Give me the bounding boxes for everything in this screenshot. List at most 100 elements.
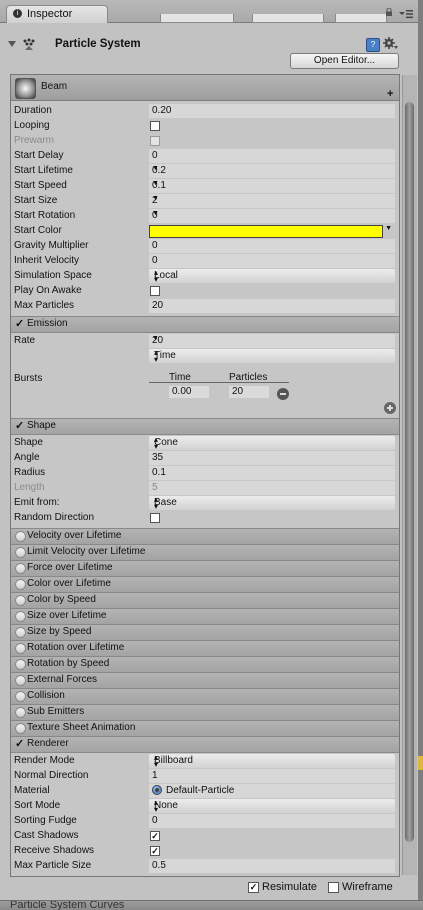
start-size-field[interactable]: 2 ▼ (149, 194, 395, 208)
sorting-fudge-field[interactable]: 0 (149, 814, 395, 828)
module-title: Color over Lifetime (27, 578, 111, 589)
module-toggle-circle[interactable] (15, 723, 26, 734)
lock-icon[interactable] (385, 8, 393, 16)
burst-particles-field[interactable]: 20 (229, 386, 269, 398)
renderer-module-header[interactable]: ✓ Renderer (11, 736, 399, 753)
add-burst-icon[interactable] (384, 402, 396, 414)
play-on-awake-checkbox[interactable] (150, 286, 160, 296)
module-enabled-checkmark[interactable]: ✓ (15, 737, 24, 750)
start-color-swatch[interactable] (149, 225, 383, 238)
field-row-start-delay: Start Delay 0 (11, 149, 399, 164)
module-toggle-circle[interactable] (15, 627, 26, 638)
module-force-over-lifetime[interactable]: Force over Lifetime (11, 560, 399, 577)
module-external-forces[interactable]: External Forces (11, 672, 399, 689)
shape-dropdown[interactable]: Cone ▴ ▾ (149, 435, 395, 451)
module-color-over-lifetime[interactable]: Color over Lifetime (11, 576, 399, 593)
inherit-velocity-field[interactable]: 0 (149, 254, 395, 268)
module-title: Texture Sheet Animation (27, 722, 136, 733)
updown-arrow-icon: ▴ ▾ (154, 435, 159, 451)
gear-icon[interactable] (383, 37, 398, 51)
receive-shadows-checkbox[interactable]: ✓ (150, 846, 160, 856)
open-editor-button[interactable]: Open Editor... (290, 53, 399, 69)
help-icon[interactable]: ? (366, 38, 380, 52)
dropdown-arrow-icon[interactable]: ▼ (152, 210, 392, 217)
duration-field[interactable]: 0.20 (149, 104, 395, 118)
max-particle-size-field[interactable]: 0.5 (149, 859, 395, 873)
module-color-by-speed[interactable]: Color by Speed (11, 592, 399, 609)
angle-field[interactable]: 35 (149, 451, 395, 465)
dropdown-arrow-icon[interactable]: ▼ (152, 165, 392, 172)
module-toggle-circle[interactable] (15, 547, 26, 558)
module-size-over-lifetime[interactable]: Size over Lifetime (11, 608, 399, 625)
module-limit-velocity-over-lifetime[interactable]: Limit Velocity over Lifetime (11, 544, 399, 561)
material-object-field[interactable]: Default-Particle (149, 784, 395, 798)
module-toggle-circle[interactable] (15, 563, 26, 574)
burst-time-field[interactable]: 0.00 (169, 386, 209, 398)
module-rotation-over-lifetime[interactable]: Rotation over Lifetime (11, 640, 399, 657)
object-picker-icon[interactable] (152, 785, 162, 795)
component-header[interactable]: Particle System ? (0, 33, 405, 55)
tab-inspector[interactable]: i Inspector (6, 5, 108, 23)
module-title: Collision (27, 690, 65, 701)
module-sub-emitters[interactable]: Sub Emitters (11, 704, 399, 721)
window-menu-icon[interactable] (399, 9, 413, 19)
module-collision[interactable]: Collision (11, 688, 399, 705)
simulation-space-dropdown[interactable]: Local ▴ ▾ (149, 269, 395, 284)
module-velocity-over-lifetime[interactable]: Velocity over Lifetime (11, 528, 399, 545)
render-mode-dropdown[interactable]: Billboard ▴ ▾ (149, 754, 395, 769)
module-toggle-circle[interactable] (15, 531, 26, 542)
dropdown-arrow-icon[interactable]: ▼ (385, 225, 392, 232)
field-label: Simulation Space (14, 270, 92, 281)
resimulate-checkbox[interactable]: ✓ (248, 882, 259, 893)
module-title: External Forces (27, 674, 98, 685)
module-toggle-circle[interactable] (15, 611, 26, 622)
field-label: Rate (14, 335, 36, 346)
foldout-arrow-icon[interactable] (8, 41, 16, 47)
radius-field[interactable]: 0.1 (149, 466, 395, 480)
module-enabled-checkmark[interactable]: ✓ (15, 317, 24, 330)
shape-module-header[interactable]: ✓ Shape (11, 418, 399, 435)
module-toggle-circle[interactable] (15, 675, 26, 686)
vertical-scrollbar[interactable] (402, 75, 417, 875)
module-rotation-by-speed[interactable]: Rotation by Speed (11, 656, 399, 673)
emit-from-dropdown[interactable]: Base ▴ ▾ (149, 496, 395, 511)
module-toggle-circle[interactable] (15, 595, 26, 606)
module-toggle-circle[interactable] (15, 659, 26, 670)
remove-burst-icon[interactable] (277, 388, 289, 400)
dropdown-arrow-icon[interactable]: ▼ (152, 195, 392, 202)
start-lifetime-field[interactable]: 0.2 ▼ (149, 164, 395, 178)
start-delay-field[interactable]: 0 (149, 149, 395, 163)
module-toggle-circle[interactable] (15, 691, 26, 702)
preview-options-bar: ✓ Resimulate Wireframe (0, 877, 423, 899)
emission-module-header[interactable]: ✓ Emission (11, 316, 399, 333)
field-row-start-size: Start Size 2 ▼ (11, 194, 399, 209)
rate-field[interactable]: 20 ▼ (149, 334, 395, 348)
system-header[interactable]: Beam + (11, 75, 399, 101)
module-title: Emission (27, 318, 68, 329)
dropdown-arrow-icon[interactable]: ▼ (152, 335, 392, 342)
gravity-multiplier-field[interactable]: 0 (149, 239, 395, 253)
field-label: Start Delay (14, 150, 64, 161)
looping-checkbox[interactable] (150, 121, 160, 131)
normal-direction-field[interactable]: 1 (149, 769, 395, 783)
start-speed-field[interactable]: 0.1 ▼ (149, 179, 395, 193)
dropdown-arrow-icon[interactable]: ▼ (152, 180, 392, 187)
module-toggle-circle[interactable] (15, 579, 26, 590)
module-toggle-circle[interactable] (15, 707, 26, 718)
sort-mode-dropdown[interactable]: None ▴ ▾ (149, 799, 395, 814)
add-system-button[interactable]: + (387, 88, 393, 100)
cast-shadows-checkbox[interactable]: ✓ (150, 831, 160, 841)
start-rotation-field[interactable]: 0 ▼ (149, 209, 395, 223)
module-enabled-checkmark[interactable]: ✓ (15, 419, 24, 432)
scrollbar-thumb[interactable] (405, 102, 414, 842)
max-particles-field[interactable]: 20 (149, 299, 395, 313)
component-title: Particle System (55, 38, 141, 50)
module-size-by-speed[interactable]: Size by Speed (11, 624, 399, 641)
rate-unit-dropdown[interactable]: Time ▴ ▾ (149, 349, 395, 364)
module-toggle-circle[interactable] (15, 643, 26, 654)
module-texture-sheet-animation[interactable]: Texture Sheet Animation (11, 720, 399, 737)
random-direction-checkbox[interactable] (150, 513, 160, 523)
wireframe-checkbox[interactable] (328, 882, 339, 893)
window-edge (418, 0, 423, 909)
field-row-gravity-multiplier: Gravity Multiplier 0 (11, 239, 399, 254)
